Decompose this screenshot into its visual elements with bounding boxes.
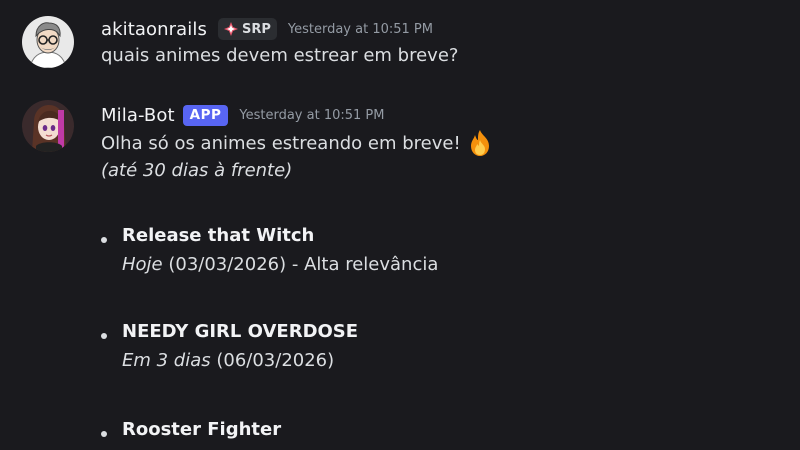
avatar[interactable] — [22, 100, 74, 152]
anime-title: NEEDY GIRL OVERDOSE — [122, 321, 359, 342]
release-details: (06/03/2026) — [210, 350, 335, 371]
server-tag[interactable]: SRP — [217, 18, 277, 40]
server-tag-label: SRP — [241, 21, 271, 37]
username[interactable]: akitaonrails — [101, 19, 207, 40]
message-text-line1: Olha só os animes estreando em breve! — [101, 132, 461, 154]
bullet — [101, 333, 107, 339]
release-when: Hoje — [122, 254, 163, 275]
message-text: Olha só os animes estreando em breve! — [101, 128, 495, 158]
anime-release-info: Em 3 dias (06/03/2026) — [122, 350, 334, 371]
message-subtext: (até 30 dias à frente) — [101, 160, 293, 181]
release-details: (03/03/2026) - Alta relevância — [162, 254, 439, 275]
bullet — [101, 431, 107, 437]
avatar[interactable] — [22, 16, 74, 68]
timestamp[interactable]: Yesterday at 10:51 PM — [239, 108, 384, 123]
fire-icon — [465, 128, 495, 158]
message-text: quais animes devem estrear em breve? — [101, 45, 459, 66]
bullet — [101, 237, 107, 243]
chat-view: akitaonrails SRP Yesterday at 10:51 PM q… — [0, 0, 800, 450]
release-when: Em 3 dias — [122, 350, 211, 371]
diamond-icon — [223, 22, 238, 36]
anime-title: Rooster Fighter — [122, 419, 282, 440]
app-badge: APP — [182, 104, 229, 126]
message-header: Mila-Bot APP Yesterday at 10:51 PM — [101, 100, 384, 130]
anime-release-info: Hoje (03/03/2026) - Alta relevância — [122, 254, 438, 275]
timestamp[interactable]: Yesterday at 10:51 PM — [288, 22, 433, 37]
username[interactable]: Mila-Bot — [101, 105, 175, 126]
anime-title: Release that Witch — [122, 225, 315, 246]
message-header: akitaonrails SRP Yesterday at 10:51 PM — [101, 14, 433, 44]
